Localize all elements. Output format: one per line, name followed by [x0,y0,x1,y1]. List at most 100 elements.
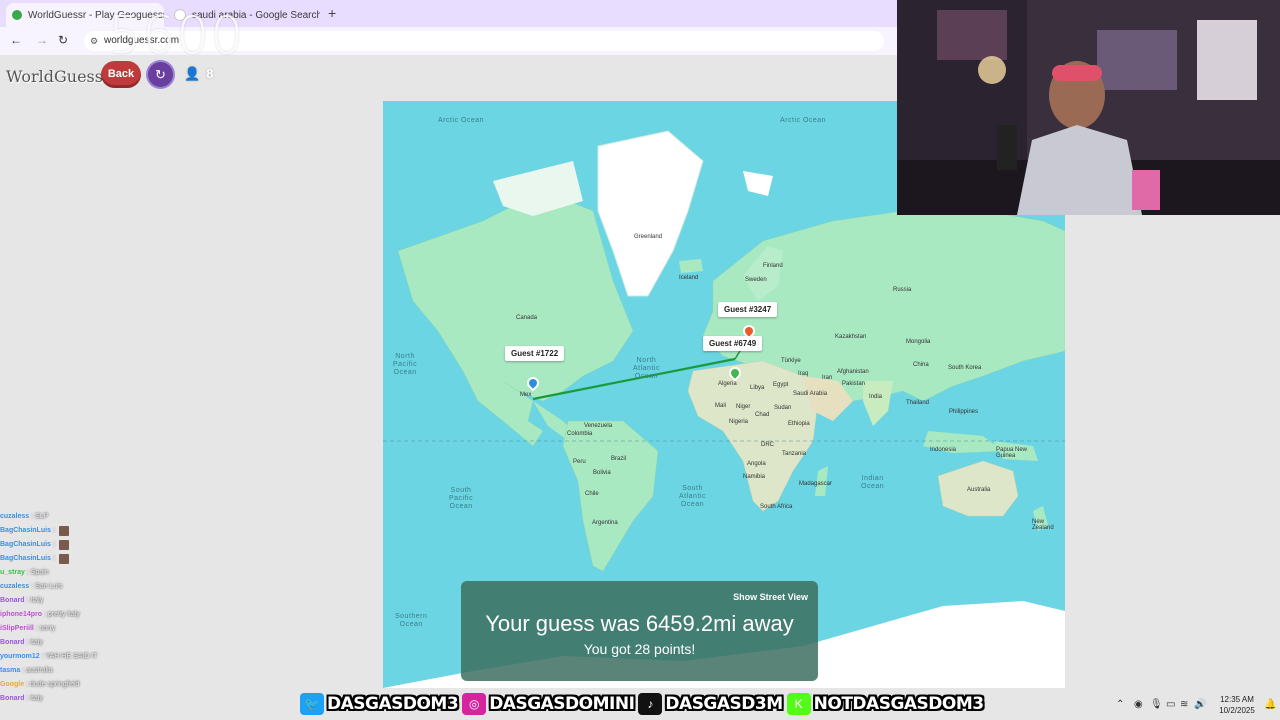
country-label: Saudi Arabia [793,391,828,397]
country-label: Iran [822,375,833,381]
chat-message: Bonard: italy [0,636,210,650]
country-label: Australia [967,487,991,493]
country-label: Russia [893,287,912,293]
chat-text: : [52,541,55,548]
chat-text: : italy [26,639,43,646]
chat-message: u_stray: Spain [0,566,210,580]
social-link[interactable]: 🐦 DASGASDOM3 [300,693,459,715]
chat-username[interactable]: BagChasinLuis [0,538,51,552]
country-label: Venezuela [584,423,613,429]
chrome-icon[interactable]: ◉ [1134,699,1143,710]
chat-message: Google: dude springfield [0,678,210,692]
volume-icon[interactable]: 🔊 [1194,699,1206,710]
chat-text: : [52,527,55,534]
chat-text: : dude springfield [26,681,80,688]
chat-text: : sorry [35,625,56,632]
chat-username[interactable]: BagChasinLuis [0,552,51,566]
chat-message: BagChasinLuis: [0,524,210,538]
country-label: Tanzania [782,451,807,457]
country-label: Sweden [745,277,767,283]
refresh-button[interactable]: ↻ [148,62,173,87]
clock[interactable]: 12:35 AM 10/2/2025 [1214,694,1260,716]
country-label: Indonesia [930,447,957,453]
stream-chat: cuzaless: SLP BagChasinLuis: BagChasinLuis… [0,510,210,720]
chat-list: cuzaless: SLP BagChasinLuis: BagChasinLuis… [0,510,210,706]
chat-username[interactable]: Google [0,678,24,692]
ocean-label: North Pacific Ocean [393,353,418,376]
chat-message: tasma: australia [0,664,210,678]
country-label: Colombia [567,431,593,437]
points-text: You got 28 points! [583,641,696,657]
time-text: 12:35 AM [1220,695,1254,704]
chat-username[interactable]: u_stray [0,566,25,580]
chat-username[interactable]: Bonard [0,692,25,706]
country-label: Bolivia [593,470,611,476]
country-label: Madagascar [799,481,833,487]
country-label: Kazakhstan [835,334,867,340]
emote-icon [58,554,69,564]
social-handle: DASGASDOM3 [327,694,459,714]
country-label: Canada [516,315,538,321]
guest-label: Guest #1722 [505,346,565,361]
back-button[interactable]: Back [101,61,141,88]
ocean-label: Arctic Ocean [780,117,827,124]
notification-bell-icon[interactable]: 🔔 [1264,699,1276,710]
country-label: China [913,362,929,368]
show-street-view-button[interactable]: Show Street View [733,592,808,602]
chat-username[interactable]: cuzaless [0,510,29,524]
back-arrow-icon[interactable]: ← [10,33,22,47]
chat-username[interactable]: iSlipPeriill [0,622,34,636]
webcam-feed [897,0,1280,215]
country-label: Niger [736,404,751,410]
guess-distance-text: Your guess was 6459.2mi away [485,611,794,636]
stream-overlay-number: 5600 [108,6,245,66]
country-label: Pakistan [842,381,866,387]
chat-username[interactable]: yourmom12 [0,650,40,664]
chat-username[interactable]: Bonard [0,594,25,608]
ocean-label: South Atlantic Ocean [679,485,706,508]
country-label: Mongolia [906,339,931,345]
country-label: Ethiopia [788,421,810,427]
chat-username[interactable]: cuzaless [0,580,29,594]
social-handle: NOTDASGASDOM3 [813,694,984,714]
webcam-overlay [897,0,1280,215]
guest-label: Guest #6749 [703,336,763,351]
ocean-label: Indian Ocean [861,475,885,490]
social-link[interactable]: ◎ DASGASDOMINI [462,693,635,715]
reload-icon[interactable]: ↻ [58,33,68,47]
chat-text: : italy [26,695,43,702]
country-label: Philippines [949,409,979,415]
chat-text: : australia [22,667,53,674]
chat-message: yourmom12: YAH HE SAID IT [0,650,210,664]
mic-icon[interactable]: 🎙 [1150,699,1163,710]
country-label: Brazil [611,456,627,462]
country-label: Greenland [634,234,663,240]
chat-username[interactable]: Bonard [0,636,25,650]
chat-message: cuzaless: San Luis [0,580,210,594]
country-label: Nigeria [729,419,749,425]
social-link[interactable]: K NOTDASGASDOM3 [786,693,984,715]
monitor-icon[interactable]: ▭ [1166,699,1175,710]
social-link[interactable]: ♪ DASGASD3M [638,693,783,715]
system-tray: ⌃ ◉ 🎙 ▭ ≋ 🔊 12:35 AM 10/2/2025 🔔 [1110,690,1280,720]
chat-username[interactable]: iphone14pro [0,608,42,622]
wifi-icon[interactable]: ≋ [1180,699,1188,710]
new-tab-button[interactable]: + [328,5,336,21]
forward-arrow-icon[interactable]: → [36,33,48,47]
country-label: Algeria [718,381,737,387]
chat-text: : Spain [26,569,49,576]
chat-text: : SLP [31,513,49,520]
social-links-bar: 🐦 DASGASDOM3 ◎ DASGASDOMINI ♪ DASGASD3M K NOTDA… [300,690,984,718]
site-info-icon[interactable]: ⚙ [90,31,98,51]
refresh-icon: ↻ [155,67,166,82]
chat-username[interactable]: tasma [0,664,20,678]
chevron-up-icon[interactable]: ⌃ [1116,699,1124,710]
guest-label: Guest #3247 [718,302,778,317]
chat-message: Bonard: Italy [0,594,210,608]
ocean-label: South Pacific Ocean [449,487,474,510]
chat-username[interactable]: BagChasinLuis [0,524,51,538]
kick-icon: K [786,693,811,715]
country-label: Iraq [798,371,809,377]
ocean-label: Arctic Ocean [438,117,485,124]
app-header: WorldGuessr Back ↻ 👤 8 [0,58,898,94]
